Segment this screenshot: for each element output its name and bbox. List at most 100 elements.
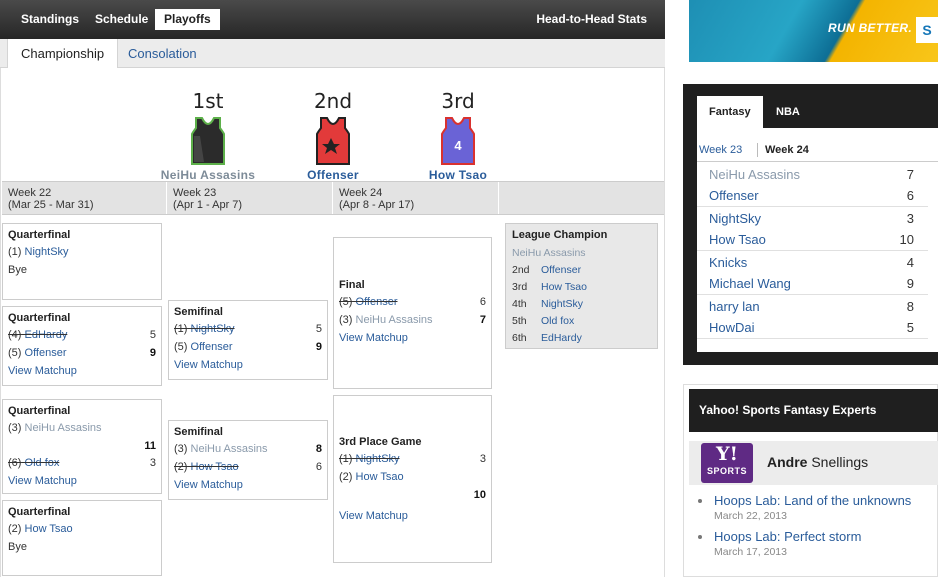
matchup-quarterfinal: Quarterfinal (3) NeiHu Assasins 11 (6) O… [2, 399, 162, 494]
yahoo-sports-logo: Y! SPORTS [701, 443, 753, 483]
matchup-team-row: (5) Offenser 9 [174, 341, 322, 354]
score: 6 [315, 461, 322, 473]
divider [757, 143, 758, 157]
team-link[interactable]: How Tsao [541, 281, 587, 293]
score: 10 [899, 232, 914, 247]
score: 9 [315, 341, 322, 353]
podium-team[interactable]: How Tsao [403, 168, 513, 182]
week-header: Week 22 (Mar 25 - Mar 31) [2, 182, 167, 214]
seed: (3) [174, 443, 188, 455]
view-matchup-link[interactable]: View Matchup [8, 475, 156, 487]
tab-consolation[interactable]: Consolation [122, 39, 203, 68]
podium-team[interactable]: Offenser [278, 168, 388, 182]
team-link[interactable]: Old fox [541, 315, 574, 327]
tab-fantasy[interactable]: Fantasy [697, 96, 763, 128]
view-matchup-link[interactable]: View Matchup [339, 332, 486, 344]
article-link[interactable]: Hoops Lab: Land of the unknowns [714, 493, 934, 509]
week-dates: (Mar 25 - Mar 31) [8, 199, 94, 211]
seed: (5) [339, 296, 353, 308]
team-link[interactable]: NeiHu Assasins [191, 443, 268, 455]
seed: (2) [8, 523, 22, 535]
team-link[interactable]: Offenser [541, 264, 581, 276]
tab-nba[interactable]: NBA [764, 96, 812, 128]
scoreboard-matchup[interactable]: harry lan 8 HowDai 5 [697, 296, 928, 339]
team-link[interactable]: NightSky [541, 298, 583, 310]
place-row: 2nd Offenser [512, 262, 651, 279]
seed: (2) [339, 471, 353, 483]
team-link[interactable]: NightSky [25, 246, 69, 258]
team-link[interactable]: Offenser [191, 341, 233, 353]
podium-team[interactable]: NeiHu Assasins [153, 168, 263, 182]
scoreboard-matchup[interactable]: Knicks 4 Michael Wang 9 [697, 252, 928, 295]
view-matchup-link[interactable]: View Matchup [174, 479, 322, 491]
matchup-team-row: (1) NightSky [8, 246, 156, 259]
article-item: Hoops Lab: Land of the unknowns March 22… [698, 493, 934, 523]
team-link[interactable]: EdHardy [541, 332, 582, 344]
matchup-semifinal: Semifinal (1) NightSky 5 (5) Offenser 9 Vi… [168, 300, 328, 380]
head-to-head-link[interactable]: Head-to-Head Stats [536, 9, 647, 30]
podium-rank: 2nd [313, 89, 353, 113]
team-link[interactable]: NightSky [356, 453, 400, 465]
podium-rank: 1st [192, 89, 224, 113]
experts-panel: Yahoo! Sports Fantasy Experts Y! SPORTS … [683, 384, 938, 577]
team-link[interactable]: Old fox [25, 457, 60, 469]
podium-rank: 3rd [441, 89, 475, 113]
tab-playoffs[interactable]: Playoffs [155, 9, 220, 30]
team-link[interactable]: How Tsao [356, 471, 404, 483]
expert-name[interactable]: Andre Snellings [767, 454, 868, 470]
tab-championship[interactable]: Championship [7, 39, 119, 68]
matchup-score-row: 11 [8, 440, 156, 452]
seed: (1) [8, 246, 22, 258]
tab-standings[interactable]: Standings [12, 9, 88, 30]
team-link[interactable]: NeiHu Assasins [25, 422, 102, 434]
matchup-title: Semifinal [174, 306, 223, 318]
expert-first-name: Andre [767, 454, 808, 470]
view-matchup-link[interactable]: View Matchup [339, 510, 486, 522]
team-link[interactable]: Offenser [25, 347, 67, 359]
seed: (5) [8, 347, 22, 359]
scoreboard-matchup[interactable]: NeiHu Assasins 7 Offenser 6 [697, 164, 928, 207]
top-nav-bar: Standings Schedule Playoffs Head-to-Head… [0, 0, 665, 39]
score: 4 [906, 255, 914, 270]
team-link[interactable]: EdHardy [25, 329, 68, 341]
team-link[interactable]: How Tsao [25, 523, 73, 535]
matchup-team-row: Offenser 6 [697, 185, 928, 206]
place-label: 2nd [512, 264, 530, 276]
matchup-title: Quarterfinal [8, 229, 71, 241]
advertisement-banner[interactable]: RUN BETTER. S [689, 0, 938, 62]
champion-title: League Champion [512, 229, 608, 241]
week-23-link[interactable]: Week 23 [699, 142, 742, 158]
article-link[interactable]: Hoops Lab: Perfect storm [714, 529, 934, 545]
team-link[interactable]: NeiHu Assasins [356, 314, 433, 326]
matchup-team-row: Michael Wang 9 [697, 273, 928, 294]
seed: (3) [8, 422, 22, 434]
score: 6 [479, 296, 486, 308]
bye-label: Bye [8, 541, 27, 553]
matchup-team-row: NightSky 3 [697, 208, 928, 229]
view-matchup-link[interactable]: View Matchup [8, 365, 156, 377]
matchup-team-row: HowDai 5 [697, 317, 928, 338]
matchup-quarterfinal: Quarterfinal (2) How Tsao Bye [2, 500, 162, 576]
sub-nav-bar: Championship Consolation [0, 39, 665, 68]
team-name: NeiHu Assasins [709, 167, 801, 182]
matchup-title: 3rd Place Game [339, 436, 422, 448]
week-header-row: Week 22 (Mar 25 - Mar 31) Week 23 (Apr 1… [2, 181, 664, 215]
score: 3 [479, 453, 486, 465]
week-switcher: Week 23 Week 24 [697, 140, 938, 162]
team-name: harry lan [709, 299, 760, 314]
week-24-link[interactable]: Week 24 [765, 142, 809, 158]
champion-team[interactable]: NeiHu Assasins [512, 245, 651, 262]
jersey-icon [191, 117, 225, 165]
team-link[interactable]: Offenser [356, 296, 398, 308]
view-matchup-link[interactable]: View Matchup [174, 359, 322, 371]
seed: (1) [339, 453, 353, 465]
scoreboard-matchup[interactable]: NightSky 3 How Tsao 10 [697, 208, 928, 251]
team-link[interactable]: How Tsao [191, 461, 239, 473]
score: 5 [906, 320, 914, 335]
tab-schedule[interactable]: Schedule [86, 9, 157, 30]
expert-profile[interactable]: Y! SPORTS Andre Snellings [689, 441, 938, 485]
team-link[interactable]: NightSky [191, 323, 235, 335]
matchup-title: Final [339, 279, 365, 291]
matchup-score-row: 10 [339, 489, 486, 505]
week-header: Week 23 (Apr 1 - Apr 7) [167, 182, 333, 214]
